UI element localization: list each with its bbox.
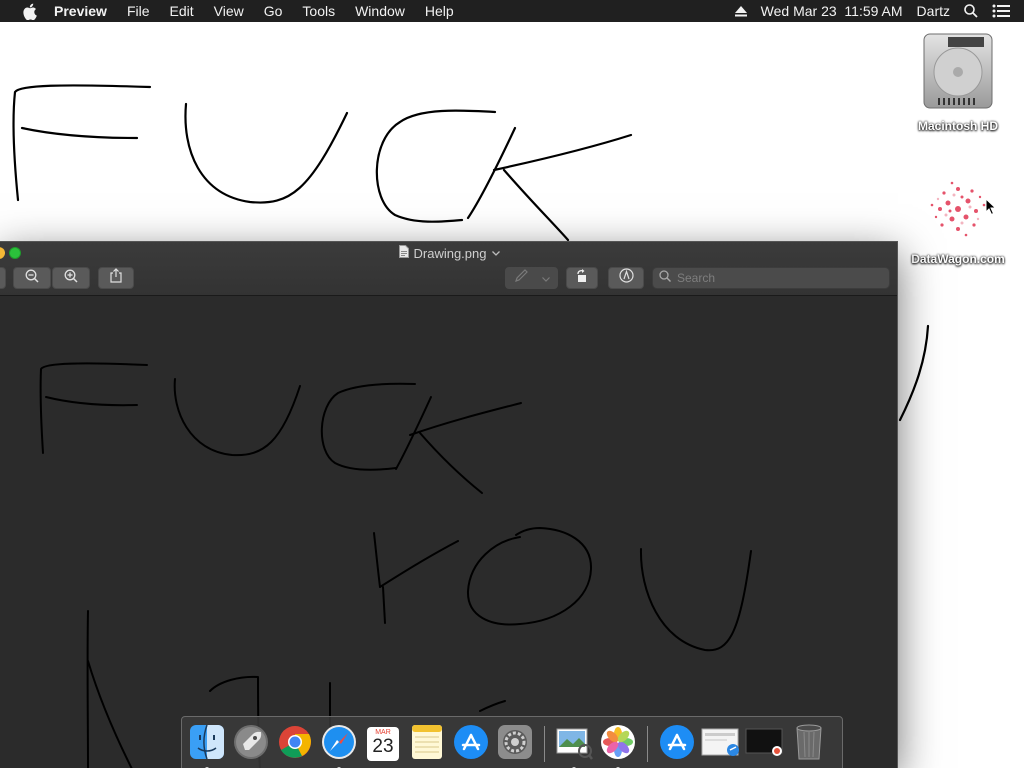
calendar-day: 23: [372, 736, 394, 757]
menu-help[interactable]: Help: [416, 0, 465, 22]
dock: MAR 23: [181, 716, 843, 768]
finder-icon: [189, 724, 225, 765]
sidebar-toggle-button[interactable]: [0, 267, 6, 289]
app-store-icon: [453, 724, 489, 765]
photos-icon: [600, 724, 636, 765]
hard-drive-icon: [920, 32, 996, 115]
app-menu-preview[interactable]: Preview: [54, 0, 118, 22]
menu-view[interactable]: View: [205, 0, 255, 22]
zoom-out-icon: [25, 269, 39, 288]
safari-compass-icon: [321, 724, 357, 765]
dock-separator: [544, 726, 545, 762]
desktop-icon-datawagon[interactable]: DataWagon.com: [903, 175, 1013, 266]
zoom-in-button[interactable]: [52, 267, 90, 289]
gear-icon: [497, 724, 533, 765]
dock-system-preferences[interactable]: [496, 724, 534, 765]
window-title-text: Drawing.png: [413, 245, 487, 261]
dock-safari[interactable]: [320, 724, 358, 768]
pen-tool-button[interactable]: [505, 267, 558, 289]
mouse-cursor-icon: [985, 198, 997, 216]
search-input[interactable]: [677, 271, 877, 285]
dock-downloads[interactable]: [701, 725, 741, 763]
desktop-icon-label: DataWagon.com: [911, 252, 1005, 266]
dock-launchpad[interactable]: [232, 724, 270, 765]
document-canvas[interactable]: [0, 297, 898, 768]
dock-app-store-2[interactable]: [658, 724, 696, 765]
zoom-out-button[interactable]: [13, 267, 51, 289]
dock-trash[interactable]: [790, 723, 828, 766]
menu-bar: Preview File Edit View Go Tools Window H…: [0, 0, 1024, 22]
share-icon: [110, 268, 122, 288]
desktop-icon-label: Macintosh HD: [917, 119, 998, 133]
search-field[interactable]: [652, 267, 890, 289]
window-titlebar[interactable]: Drawing.png: [0, 242, 897, 296]
eject-icon[interactable]: [734, 5, 747, 17]
document-icon: [398, 245, 409, 261]
dock-separator: [647, 726, 648, 762]
menu-go[interactable]: Go: [255, 0, 294, 22]
dock-finder[interactable]: [188, 724, 226, 768]
trash-icon: [794, 723, 824, 766]
dock-screen[interactable]: [745, 725, 785, 763]
desktop-icon-macintosh-hd[interactable]: Macintosh HD: [903, 32, 1013, 133]
notification-center-icon[interactable]: [992, 4, 1010, 18]
apple-menu-icon[interactable]: [18, 0, 40, 22]
notes-icon: [411, 724, 443, 765]
spotlight-search-icon[interactable]: [964, 4, 978, 18]
rotate-button[interactable]: [566, 267, 598, 289]
app-store-icon: [659, 724, 695, 765]
zoom-in-icon: [64, 269, 78, 288]
dock-preview[interactable]: [555, 724, 593, 768]
markup-button[interactable]: [608, 267, 644, 289]
dock-calendar[interactable]: MAR 23: [364, 725, 402, 763]
chevron-down-icon[interactable]: [491, 248, 500, 258]
dock-chrome[interactable]: [276, 725, 314, 763]
dock-photos[interactable]: [599, 724, 637, 768]
pen-icon: [514, 268, 530, 288]
chrome-icon: [278, 725, 312, 764]
menu-file[interactable]: File: [118, 0, 161, 22]
screen-thumbnail-icon: [745, 726, 785, 763]
preview-window: Drawing.png: [0, 241, 898, 768]
preview-icon: [555, 724, 593, 765]
dock-app-store[interactable]: [452, 724, 490, 765]
dock-notes[interactable]: [408, 724, 446, 765]
rotate-icon: [574, 268, 590, 288]
menu-window[interactable]: Window: [346, 0, 416, 22]
menubar-clock[interactable]: Wed Mar 23 11:59 AM: [761, 3, 903, 19]
window-title[interactable]: Drawing.png: [0, 245, 897, 261]
user-name[interactable]: Dartz: [917, 3, 950, 19]
launchpad-rocket-icon: [233, 724, 269, 765]
chevron-down-icon: [542, 269, 550, 287]
downloads-stack-icon: [701, 726, 741, 763]
datawagon-icon: [922, 175, 994, 248]
share-button[interactable]: [98, 267, 134, 289]
calendar-icon: MAR 23: [367, 727, 399, 761]
menu-edit[interactable]: Edit: [161, 0, 205, 22]
search-icon: [659, 269, 671, 287]
menu-tools[interactable]: Tools: [293, 0, 346, 22]
markup-icon: [618, 268, 634, 288]
